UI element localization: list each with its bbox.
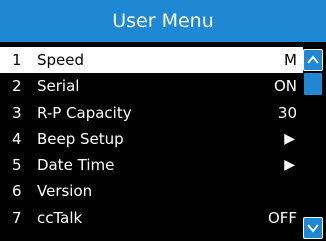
menu-item-label: Speed: [37, 51, 85, 69]
menu-item-number: 3: [12, 103, 22, 122]
menu-item-label: Date Time: [37, 156, 115, 175]
menu-item-rp-capacity[interactable]: 3 R-P Capacity 30: [0, 100, 303, 126]
menu-item-number: 1: [12, 51, 22, 69]
submenu-arrow-icon: ▶: [284, 130, 295, 147]
menu-item-speed[interactable]: 1 Speed M: [0, 47, 303, 74]
menu-list: 1 Speed M 2 Serial ON 3 R-P Capacity 30 …: [0, 47, 303, 231]
menu-item-date-time[interactable]: 5 Date Time ▶: [0, 152, 303, 178]
scroll-down-button[interactable]: [303, 217, 323, 239]
scroll-thumb[interactable]: [304, 73, 322, 95]
page-title: User Menu: [0, 0, 326, 42]
menu-item-number: 6: [12, 182, 22, 201]
menu-item-number: 7: [12, 208, 22, 227]
menu-item-label: R-P Capacity: [37, 103, 132, 122]
menu-item-label: Beep Setup: [37, 129, 124, 148]
chevron-down-icon: [307, 224, 319, 233]
menu-item-label: Serial: [37, 77, 80, 96]
menu-item-value: OFF: [267, 208, 297, 227]
menu-item-value: M: [284, 51, 297, 69]
menu-item-serial[interactable]: 2 Serial ON: [0, 73, 303, 99]
menu-item-version[interactable]: 6 Version: [0, 178, 303, 204]
scroll-up-button[interactable]: [303, 49, 323, 71]
menu-item-cctalk[interactable]: 7 ccTalk OFF: [0, 205, 303, 231]
menu-item-number: 2: [12, 77, 22, 96]
menu-item-number: 5: [12, 156, 22, 175]
menu-item-number: 4: [12, 129, 22, 148]
menu-item-beep-setup[interactable]: 4 Beep Setup ▶: [0, 126, 303, 152]
submenu-arrow-icon: ▶: [284, 157, 295, 174]
user-menu-screen: User Menu 1 Speed M 2 Serial ON 3 R-P Ca…: [0, 0, 326, 241]
menu-item-value: ON: [273, 77, 297, 96]
menu-item-label: Version: [37, 182, 93, 201]
menu-item-label: ccTalk: [37, 208, 83, 227]
scrollbar[interactable]: [303, 47, 323, 239]
chevron-up-icon: [307, 55, 319, 64]
menu-item-value: 30: [277, 103, 297, 122]
